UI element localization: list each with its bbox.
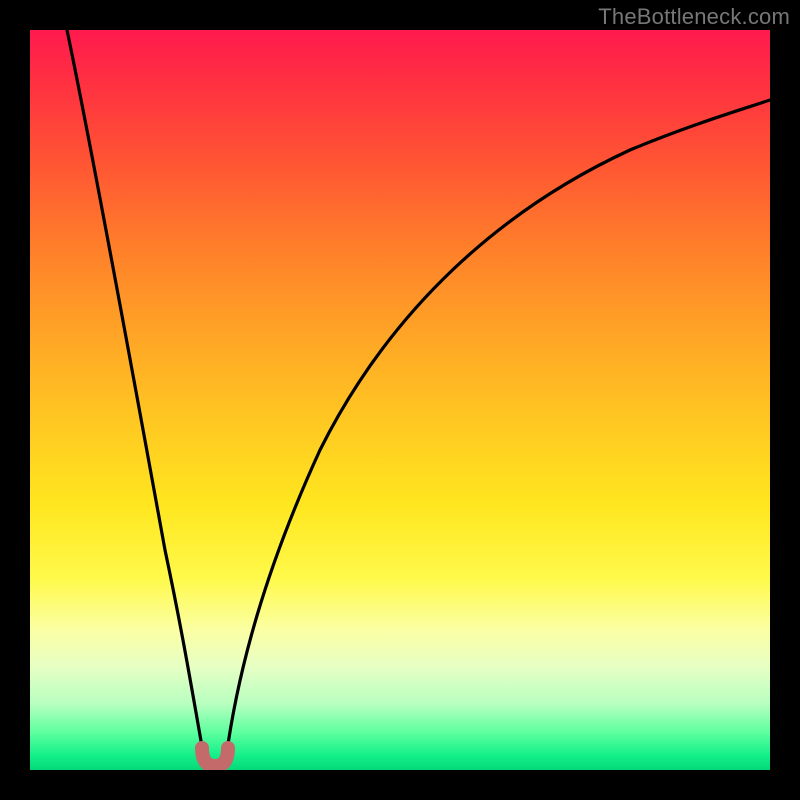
minimum-marker: [202, 748, 228, 766]
plot-area: [30, 30, 770, 770]
watermark-text: TheBottleneck.com: [598, 4, 790, 30]
curve-left-branch: [67, 30, 204, 758]
bottleneck-curve: [30, 30, 770, 770]
curve-right-branch: [226, 100, 770, 758]
chart-frame: TheBottleneck.com: [0, 0, 800, 800]
